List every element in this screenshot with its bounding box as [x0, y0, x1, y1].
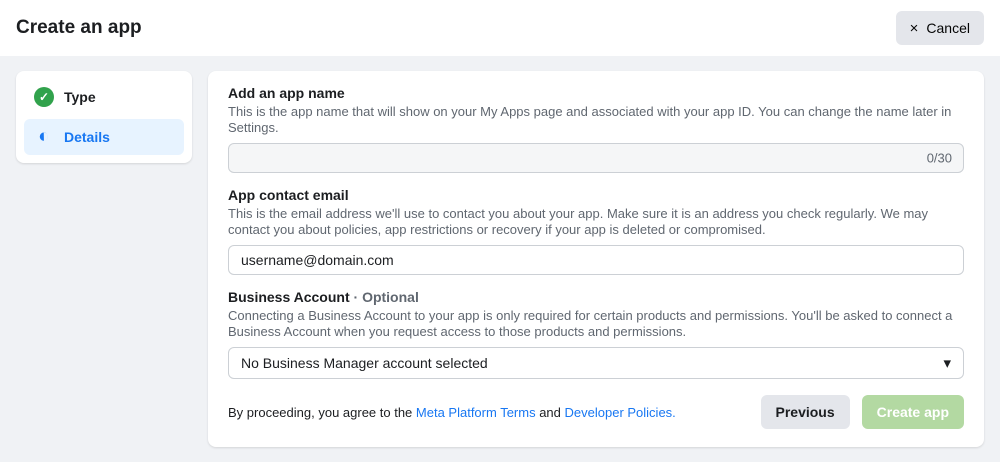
app-name-help: This is the app name that will show on y… [228, 104, 964, 136]
header: Create an app × Cancel [0, 0, 1000, 56]
business-account-dropdown[interactable]: No Business Manager account selected ▾ [228, 347, 964, 379]
dropdown-selected-value: No Business Manager account selected [241, 355, 488, 371]
agreement-middle: and [536, 405, 565, 420]
meta-platform-terms-link[interactable]: Meta Platform Terms [416, 405, 536, 420]
business-account-help: Connecting a Business Account to your ap… [228, 308, 964, 340]
create-app-form: Add an app name This is the app name tha… [208, 71, 984, 447]
chevron-down-icon: ▾ [943, 356, 951, 371]
check-icon: ✓ [34, 87, 54, 107]
business-account-label: Business Account · Optional [228, 289, 964, 306]
contact-email-input[interactable] [228, 245, 964, 275]
app-name-label: Add an app name [228, 85, 964, 102]
cancel-label: Cancel [926, 20, 970, 36]
content-area: ✓ Type ◐ Details Add an app name This is… [0, 56, 1000, 462]
contact-email-help: This is the email address we'll use to c… [228, 206, 964, 238]
contact-email-section: App contact email This is the email addr… [228, 187, 964, 275]
app-name-section: Add an app name This is the app name tha… [228, 85, 964, 173]
page-title: Create an app [16, 17, 142, 39]
agreement-prefix: By proceeding, you agree to the [228, 405, 416, 420]
close-icon: × [910, 21, 919, 36]
business-account-section: Business Account · Optional Connecting a… [228, 289, 964, 379]
step-details-label: Details [64, 129, 110, 145]
half-circle-icon: ◐ [34, 127, 54, 147]
steps-sidebar: ✓ Type ◐ Details [16, 71, 192, 163]
step-type-label: Type [64, 89, 96, 105]
app-name-input-wrap: 0/30 [228, 143, 964, 173]
cancel-button[interactable]: × Cancel [896, 11, 984, 45]
previous-button[interactable]: Previous [761, 395, 850, 429]
contact-email-label: App contact email [228, 187, 964, 204]
app-name-input[interactable] [228, 143, 964, 173]
sidebar-item-details[interactable]: ◐ Details [24, 119, 184, 155]
developer-policies-link[interactable]: Developer Policies. [565, 405, 676, 420]
form-footer: By proceeding, you agree to the Meta Pla… [228, 395, 964, 429]
create-app-button[interactable]: Create app [862, 395, 964, 429]
optional-label: · Optional [354, 289, 419, 305]
business-account-label-text: Business Account [228, 289, 350, 305]
sidebar-item-type[interactable]: ✓ Type [24, 79, 184, 115]
agreement-text: By proceeding, you agree to the Meta Pla… [228, 405, 749, 420]
